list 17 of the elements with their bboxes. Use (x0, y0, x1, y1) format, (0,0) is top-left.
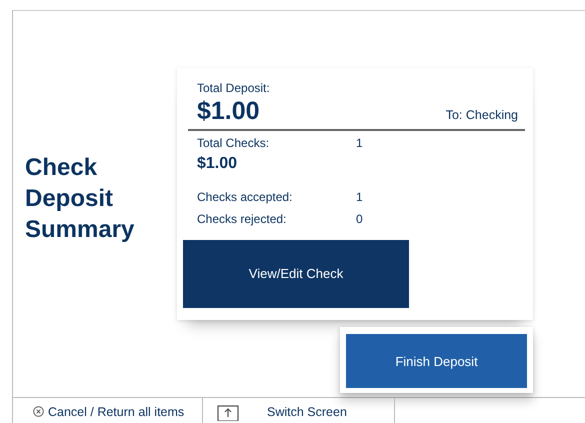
total-checks-amount: $1.00 (197, 154, 238, 172)
bottom-bar-link[interactable]: Cancel / Return all items (48, 405, 184, 419)
cancel-icon (33, 406, 44, 417)
screen-switch-icon (217, 405, 239, 421)
destination-account: To: Checking (446, 108, 518, 124)
row-label: Checks accepted: (197, 190, 294, 204)
total-deposit-amount: $1.00 (197, 96, 260, 126)
bottom-bar-link[interactable]: Switch Screen (267, 405, 347, 419)
row-label: Checks rejected: (197, 212, 288, 226)
finish-deposit-button[interactable]: Finish Deposit (346, 334, 527, 388)
total-deposit-label: Total Deposit: (197, 81, 271, 96)
row-value: 0 (356, 212, 363, 226)
total-checks-count: 1 (356, 136, 363, 150)
total-checks-label: Total Checks: (197, 136, 270, 150)
page-heading: Check Deposit Summary (25, 153, 136, 245)
view-edit-button[interactable]: View/Edit Check (183, 240, 409, 308)
row-value: 1 (356, 190, 363, 204)
